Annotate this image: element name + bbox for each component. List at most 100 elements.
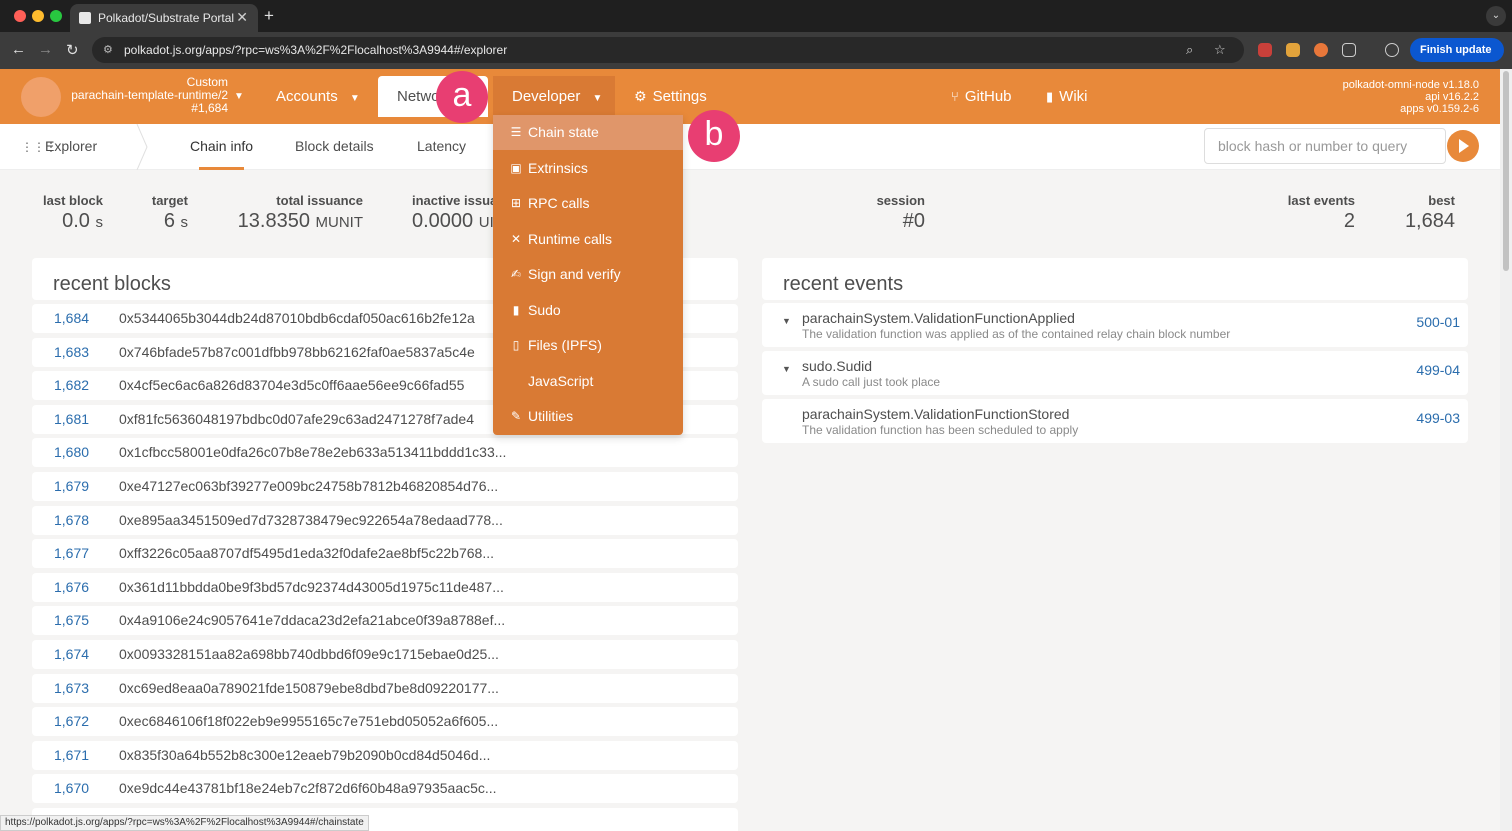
tab-chain-info[interactable]: Chain info [190, 138, 253, 154]
expand-caret-icon[interactable]: ▼ [782, 364, 791, 374]
stat-label: best [1428, 193, 1455, 208]
menu-item-rpc-calls[interactable]: ⊞ RPC calls [493, 186, 683, 221]
reload-icon[interactable]: ↻ [66, 41, 79, 59]
query-play-button[interactable] [1447, 130, 1479, 162]
api-version: api v16.2.2 [1425, 91, 1479, 103]
extension-icon[interactable] [1314, 43, 1328, 57]
wiki-link[interactable]: ▮ Wiki [1046, 69, 1087, 124]
block-hash: 0xc69ed8eaa0a789021fde150879ebe8dbd7be8d… [119, 679, 499, 696]
close-tab-icon[interactable]: ✕ [236, 9, 248, 26]
tab-block-details[interactable]: Block details [295, 138, 374, 154]
finish-update-button[interactable]: Finish update [1410, 38, 1504, 62]
stat-value: 13.8350 [237, 210, 310, 232]
menu-item-javascript[interactable]: JavaScript [493, 364, 683, 399]
gear-icon: ⚙ [634, 88, 647, 104]
extension-icon[interactable] [1258, 43, 1272, 57]
profile-icon[interactable] [1385, 43, 1399, 57]
explorer-section[interactable]: ⋮⋮⋮Explorer [21, 138, 97, 154]
stat-value: 1,684 [1404, 210, 1455, 232]
tab-search-icon[interactable]: ⌄ [1486, 6, 1506, 26]
page-scrollbar[interactable] [1500, 69, 1512, 831]
close-window-button[interactable] [14, 10, 26, 22]
block-number-link[interactable]: 1,678 [54, 506, 114, 535]
zoom-window-button[interactable] [50, 10, 62, 22]
menu-item-files-ipfs[interactable]: ▯ Files (IPFS) [493, 328, 683, 363]
block-number-link[interactable]: 1,684 [54, 304, 114, 333]
zoom-icon[interactable]: ⌕ [1186, 37, 1193, 63]
menu-item-label: RPC calls [528, 195, 590, 211]
menu-item-label: Sudo [528, 301, 561, 318]
block-number-link[interactable]: 1,683 [54, 338, 114, 367]
block-number-link[interactable]: 1,671 [54, 741, 114, 770]
block-number-link[interactable]: 1,670 [54, 774, 114, 803]
block-number-link[interactable]: 1,674 [54, 640, 114, 669]
chain-selector[interactable]: Custom parachain-template-runtime/2 #1,6… [70, 76, 228, 115]
menu-item-extrinsics[interactable]: ▣ Extrinsics [493, 151, 683, 186]
event-name: sudo.Sudid [802, 358, 873, 374]
browser-toolbar: ← → ↻ ⚙ polkadot.js.org/apps/?rpc=ws%3A%… [0, 32, 1512, 69]
chevron-down-icon[interactable]: ▼ [234, 91, 244, 102]
tab-title: Polkadot/Substrate Portal [98, 11, 235, 25]
developer-label: Developer [512, 88, 581, 105]
block-number-link[interactable]: 1,673 [54, 674, 114, 703]
new-tab-button[interactable]: + [264, 6, 274, 26]
block-number-link[interactable]: 1,679 [54, 472, 114, 501]
extensions-puzzle-icon[interactable] [1342, 43, 1356, 57]
list-item[interactable]: parachainSystem.ValidationFunctionStored… [762, 399, 1468, 443]
stat-inactive-issuance: inactive issua 0.0000 UI [412, 193, 497, 233]
file-icon: ▯ [512, 338, 520, 352]
back-arrow-icon[interactable]: ← [11, 41, 26, 58]
block-number-link[interactable]: 1,676 [54, 573, 114, 602]
event-index-link[interactable]: 499-03 [1416, 410, 1460, 426]
book-icon: ▮ [1046, 89, 1054, 104]
bookmark-star-icon[interactable]: ☆ [1214, 37, 1226, 63]
menu-item-label: Utilities [528, 408, 574, 424]
event-index-link[interactable]: 499-04 [1416, 362, 1460, 378]
block-number-link[interactable]: 1,675 [54, 606, 114, 635]
wiki-label: Wiki [1059, 88, 1088, 105]
event-index-link[interactable]: 500-01 [1416, 314, 1460, 330]
menu-item-sign-and-verify[interactable]: ✍ Sign and verify [493, 257, 683, 292]
stat-label: session [876, 193, 925, 208]
address-bar[interactable]: ⚙ polkadot.js.org/apps/?rpc=ws%3A%2F%2Fl… [92, 37, 1244, 63]
tab-latency[interactable]: Latency [417, 138, 466, 154]
scrollbar-thumb[interactable] [1503, 71, 1509, 271]
table-row: 1,680 0x1cfbcc58001e0dfa26c07b8e78e2eb633… [32, 438, 738, 468]
stat-value: 0.0000 [412, 210, 474, 232]
minimize-window-button[interactable] [32, 10, 44, 22]
table-row: 1,670 0xe9dc44e43781bf18e24eb7c2f872d6f60… [32, 774, 738, 804]
stat-value: 2 [1343, 210, 1355, 232]
block-number-link[interactable]: 1,677 [54, 539, 114, 568]
active-tab-indicator [199, 167, 244, 170]
apps-version: apps v0.159.2-6 [1400, 103, 1479, 115]
url-text: polkadot.js.org/apps/?rpc=ws%3A%2F%2Floc… [124, 43, 508, 57]
lock-icon: ▮ [512, 302, 520, 317]
github-link[interactable]: ⑂ GitHub [951, 69, 1012, 124]
browser-tab[interactable]: Polkadot/Substrate Portal ✕ [70, 4, 258, 32]
menu-item-sudo[interactable]: ▮ Sudo [493, 293, 683, 328]
block-number-link[interactable]: 1,681 [54, 405, 114, 434]
chevron-down-icon: ▼ [349, 93, 360, 104]
block-hash: 0xec6846106f18f022eb9e9955165c7e751ebd05… [119, 713, 499, 730]
network-icon: ⊞ [510, 196, 522, 210]
table-row: 1,674 0x0093328151aa82a698bb740dbbd6f09e9… [32, 640, 738, 669]
block-number-link[interactable]: 1,682 [54, 371, 114, 400]
menu-item-utilities[interactable]: ✎ Utilities [493, 399, 683, 434]
accounts-menu[interactable]: Accounts ▼ [276, 69, 360, 124]
expand-caret-icon[interactable]: ▼ [782, 316, 791, 326]
stat-value: 0.0 [62, 210, 90, 232]
table-row: 1,678 0xe895aa3451509ed7d7328738479ec9226… [32, 505, 738, 535]
event-name: parachainSystem.ValidationFunctionApplie… [802, 310, 1075, 326]
menu-item-runtime-calls[interactable]: ✕ Runtime calls [493, 222, 683, 257]
block-number-link[interactable]: 1,672 [54, 707, 114, 736]
block-number-link[interactable]: 1,680 [54, 438, 114, 467]
forward-arrow-icon[interactable]: → [38, 41, 53, 58]
list-item[interactable]: ▼ sudo.Sudid A sudo call just took place 49… [762, 351, 1468, 395]
site-info-icon[interactable]: ⚙ [103, 37, 113, 63]
version-info: polkadot-omni-node v1.18.0 api v16.2.2 a… [1343, 79, 1479, 115]
extension-icon[interactable] [1286, 43, 1300, 57]
stat-label: last block [43, 193, 103, 208]
menu-item-chain-state[interactable]: ☰ Chain state [493, 115, 683, 150]
list-item[interactable]: ▼ parachainSystem.ValidationFunctionAppli… [762, 303, 1468, 347]
block-query-input[interactable]: block hash or number to query [1204, 128, 1446, 164]
